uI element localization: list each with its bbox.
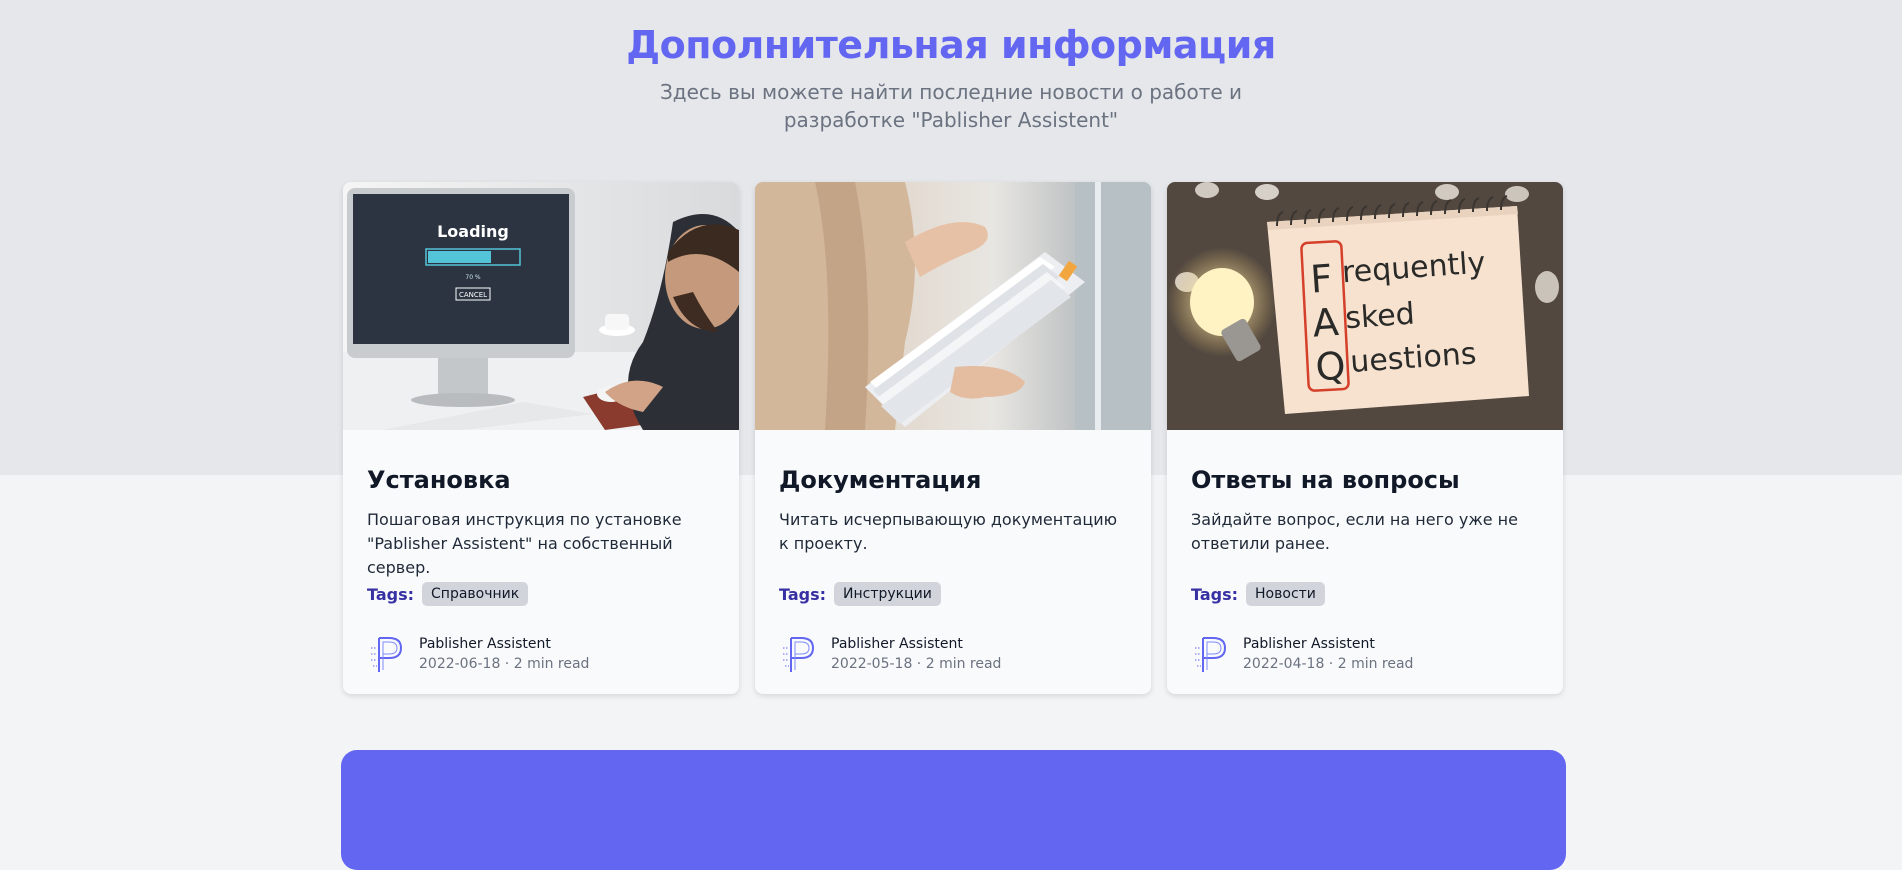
cards-grid: Loading 70 % CANCEL Установка Пошаговая …	[343, 182, 1563, 694]
tag-chip[interactable]: Справочник	[422, 582, 529, 606]
tag-chip[interactable]: Инструкции	[834, 582, 941, 606]
card-documentation[interactable]: Документация Читать исчерпывающую докуме…	[755, 182, 1151, 694]
card-title[interactable]: Документация	[779, 464, 1127, 496]
card-faq[interactable]: F requently A sked Q uestions Ответы на …	[1167, 182, 1563, 694]
post-meta: 2022-04-18 · 2 min read	[1243, 656, 1414, 672]
author-row: Pablisher Assistent 2022-05-18 · 2 min r…	[779, 634, 1127, 674]
card-installation[interactable]: Loading 70 % CANCEL Установка Пошаговая …	[343, 182, 739, 694]
svg-text:sked: sked	[1344, 297, 1416, 337]
tags-row: Tags: Справочник	[367, 582, 715, 606]
card-description: Зайдайте вопрос, если на него уже не отв…	[1191, 510, 1518, 553]
pablisher-logo-icon	[783, 637, 815, 672]
section-subtitle: Здесь вы можете найти последние новости …	[659, 80, 1243, 132]
svg-text:F: F	[1309, 256, 1334, 301]
tags-label: Tags:	[779, 584, 827, 604]
post-meta: 2022-06-18 · 2 min read	[419, 656, 590, 672]
tags-label: Tags:	[1191, 584, 1239, 604]
card-description: Читать исчерпывающую документацию к прое…	[779, 510, 1118, 553]
cta-banner	[341, 750, 1566, 870]
section-title: Дополнительная информация	[626, 23, 1276, 67]
card-title[interactable]: Ответы на вопросы	[1191, 464, 1539, 496]
card-image-documents	[755, 182, 1151, 430]
author-name: Pablisher Assistent	[419, 636, 551, 652]
svg-text:Loading: Loading	[437, 222, 509, 241]
section-header: Дополнительная информация Здесь вы может…	[0, 20, 1902, 134]
svg-text:A: A	[1311, 300, 1340, 346]
tags-row: Tags: Новости	[1191, 582, 1539, 606]
author-name: Pablisher Assistent	[831, 636, 963, 652]
card-image-faq: F requently A sked Q uestions	[1167, 182, 1563, 430]
author-row: Pablisher Assistent 2022-04-18 · 2 min r…	[1191, 634, 1539, 674]
tags-label: Tags:	[367, 584, 415, 604]
post-meta: 2022-05-18 · 2 min read	[831, 656, 1002, 672]
card-description: Пошаговая инструкция по установке "Pabli…	[367, 510, 682, 577]
pablisher-logo-icon	[1195, 637, 1227, 672]
card-title[interactable]: Установка	[367, 464, 715, 496]
tag-chip[interactable]: Новости	[1246, 582, 1325, 606]
pablisher-logo-icon	[371, 637, 403, 672]
tags-row: Tags: Инструкции	[779, 582, 1127, 606]
author-row: Pablisher Assistent 2022-06-18 · 2 min r…	[367, 634, 715, 674]
author-name: Pablisher Assistent	[1243, 636, 1375, 652]
svg-text:CANCEL: CANCEL	[459, 291, 487, 299]
card-image-computer: Loading 70 % CANCEL	[343, 182, 739, 430]
svg-text:70 %: 70 %	[465, 274, 481, 281]
svg-text:Q: Q	[1314, 343, 1347, 389]
